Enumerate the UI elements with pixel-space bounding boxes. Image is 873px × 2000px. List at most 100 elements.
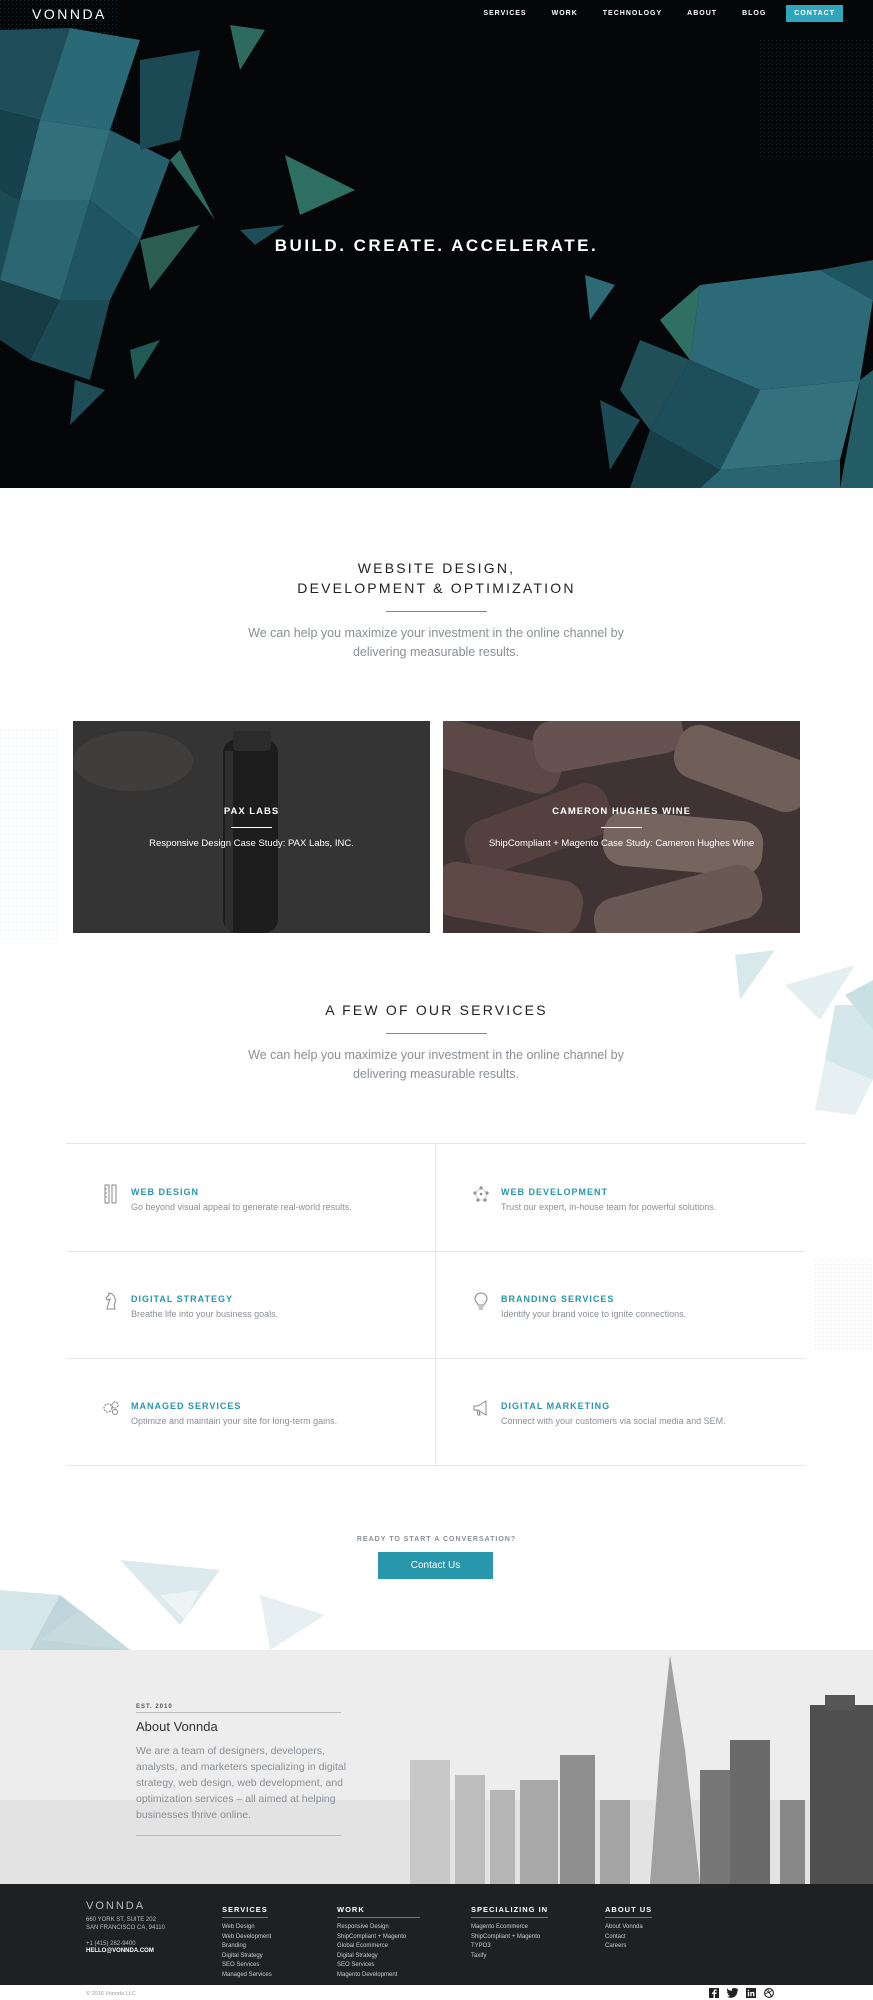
service-web-design[interactable]: WEB DESIGN Go beyond visual appeal to ge… <box>66 1144 435 1251</box>
nav-item-work[interactable]: WORK <box>552 10 578 17</box>
services-grid: WEB DESIGN Go beyond visual appeal to ge… <box>66 1143 806 1466</box>
footer-heading: SERVICES <box>222 1905 268 1918</box>
nav-item-about[interactable]: ABOUT <box>687 10 717 17</box>
services-title: A FEW OF OUR SERVICES <box>325 1002 548 1018</box>
footer-link[interactable]: SEO Services <box>337 1961 420 1971</box>
service-desc: Go beyond visual appeal to generate real… <box>131 1202 352 1212</box>
intro-divider <box>386 611 487 612</box>
facebook-icon[interactable] <box>709 1988 719 1998</box>
footer-link[interactable]: Magento Ecommerce <box>471 1923 548 1933</box>
copyright: © 2016 Vonnda LLC <box>86 1991 136 1997</box>
intro-title-line2: DEVELOPMENT & OPTIMIZATION <box>297 580 576 596</box>
service-title[interactable]: MANAGED SERVICES <box>131 1401 241 1411</box>
footer-link[interactable]: Digital Strategy <box>222 1952 272 1962</box>
footer-phone[interactable]: +1 (415) 282-9400 <box>86 1940 136 1948</box>
footer-email[interactable]: HELLO@VONNDA.COM <box>86 1948 154 1954</box>
services-divider <box>386 1033 487 1034</box>
service-desc: Trust our expert, in-house team for powe… <box>501 1202 717 1212</box>
social-links <box>709 1988 774 1998</box>
case-subtitle: ShipCompliant + Magento Case Study: Came… <box>488 838 755 849</box>
footer-col-specializing: SPECIALIZING IN Magento Ecommerce ShipCo… <box>471 1899 549 1962</box>
footer-link[interactable]: Web Development <box>222 1933 272 1943</box>
service-title[interactable]: DIGITAL STRATEGY <box>131 1294 233 1304</box>
main-nav: VONNDA SERVICES WORK TECHNOLOGY ABOUT BL… <box>0 0 873 28</box>
hero-title: BUILD. CREATE. ACCELERATE. <box>274 236 599 255</box>
about-section: EST. 2010 About Vonnda We are a team of … <box>0 1650 873 1884</box>
nav-item-technology[interactable]: TECHNOLOGY <box>603 10 662 17</box>
footer-heading: SPECIALIZING IN <box>471 1905 549 1918</box>
decor-triangles-left <box>0 1560 325 1650</box>
footer-link[interactable]: Careers <box>605 1942 652 1952</box>
about-established: EST. 2010 <box>136 1704 173 1710</box>
footer-link[interactable]: Managed Services <box>222 1971 272 1981</box>
dribbble-icon[interactable] <box>764 1988 774 1998</box>
service-title[interactable]: WEB DESIGN <box>131 1187 199 1197</box>
service-desc: Optimize and maintain your site for long… <box>131 1416 338 1426</box>
lightbulb-icon <box>474 1292 488 1310</box>
footer-link[interactable]: Global Ecommerce <box>337 1942 420 1952</box>
linkedin-icon[interactable] <box>746 1988 756 1998</box>
footer-link[interactable]: About Vonnda <box>605 1923 652 1933</box>
service-web-development[interactable]: WEB DEVELOPMENT Trust our expert, in-hou… <box>436 1144 805 1251</box>
pencil-ruler-icon <box>104 1184 117 1204</box>
nav-item-blog[interactable]: BLOG <box>742 10 766 17</box>
footer-col-services: SERVICES Web Design Web Development Bran… <box>222 1899 272 1980</box>
decor-dots-right <box>815 1260 873 1350</box>
footer-col-about: ABOUT US About Vonnda Contact Careers <box>605 1899 653 1952</box>
footer-link[interactable]: Responsive Design <box>337 1923 420 1933</box>
cta-prompt: READY TO START A CONVERSATION? <box>356 1536 517 1543</box>
intro-subtitle: We can help you maximize your investment… <box>248 626 624 659</box>
nav-contact-button[interactable]: CONTACT <box>786 5 843 22</box>
footer-logo[interactable]: VONNDA <box>86 1900 145 1912</box>
footer-link[interactable]: Digital Strategy <box>337 1952 420 1962</box>
service-managed[interactable]: MANAGED SERVICES Optimize and maintain y… <box>66 1358 435 1465</box>
footer-link[interactable]: Web Design <box>222 1923 272 1933</box>
footer-address: 660 YORK ST, SUITE 202 SAN FRANCISCO CA,… <box>86 1916 165 1932</box>
service-title[interactable]: DIGITAL MARKETING <box>501 1401 610 1411</box>
footer-link[interactable]: Branding <box>222 1942 272 1952</box>
contact-us-button[interactable]: Contact Us <box>378 1552 493 1579</box>
city-skyline-image <box>0 1650 873 1884</box>
site-logo[interactable]: VONNDA <box>32 6 107 22</box>
service-branding[interactable]: BRANDING SERVICES Identify your brand vo… <box>436 1251 805 1358</box>
megaphone-icon <box>473 1400 487 1416</box>
service-title[interactable]: BRANDING SERVICES <box>501 1294 614 1304</box>
decor-triangles-right <box>735 950 873 1115</box>
service-digital-marketing[interactable]: DIGITAL MARKETING Connect with your cust… <box>436 1358 805 1465</box>
service-title[interactable]: WEB DEVELOPMENT <box>501 1187 608 1197</box>
gears-icon <box>103 1401 119 1415</box>
footer-heading: ABOUT US <box>605 1905 653 1918</box>
case-title: CAMERON HUGHES WINE <box>552 806 691 817</box>
footer-link[interactable]: Taxify <box>471 1952 548 1962</box>
footer-link[interactable]: ShipCompliant + Magento <box>471 1933 548 1943</box>
service-desc: Breathe life into your business goals. <box>131 1309 279 1319</box>
hero: VONNDA SERVICES WORK TECHNOLOGY ABOUT BL… <box>0 0 873 488</box>
address-line-2: SAN FRANCISCO CA, 94110 <box>86 1925 165 1931</box>
footer-link[interactable]: Contact <box>605 1933 652 1943</box>
social-spacer <box>738 1988 742 1998</box>
footer-link[interactable]: TYPO3 <box>471 1942 548 1952</box>
social-spacer <box>719 1988 723 1998</box>
service-desc: Connect with your customers via social m… <box>501 1416 726 1426</box>
case-divider <box>601 827 642 828</box>
footer-col-work: WORK Responsive Design ShipCompliant + M… <box>337 1899 420 1980</box>
footer-link[interactable]: SEO Services <box>222 1961 272 1971</box>
case-subtitle: Responsive Design Case Study: PAX Labs, … <box>149 838 354 849</box>
case-study-pax-labs[interactable]: PAX LABS Responsive Design Case Study: P… <box>73 721 430 933</box>
service-desc: Identify your brand voice to ignite conn… <box>501 1309 687 1319</box>
chess-knight-icon <box>105 1292 116 1310</box>
footer-link[interactable]: Magento Development <box>337 1971 420 1981</box>
about-title: About Vonnda <box>136 1719 218 1734</box>
twitter-icon[interactable] <box>727 1988 738 1998</box>
nav-menu: SERVICES WORK TECHNOLOGY ABOUT BLOG CONT… <box>458 5 843 22</box>
case-title: PAX LABS <box>223 806 280 817</box>
case-study-cameron-hughes[interactable]: CAMERON HUGHES WINE ShipCompliant + Mage… <box>443 721 800 933</box>
footer-link[interactable]: ShipCompliant + Magento <box>337 1933 420 1943</box>
about-divider-bottom <box>136 1835 341 1836</box>
nav-item-services[interactable]: SERVICES <box>483 10 526 17</box>
decor-dots-left <box>0 730 60 940</box>
social-spacer <box>756 1988 760 1998</box>
intro-title-line1: WEBSITE DESIGN, <box>357 560 516 576</box>
service-digital-strategy[interactable]: DIGITAL STRATEGY Breathe life into your … <box>66 1251 435 1358</box>
footer-heading: WORK <box>337 1905 420 1918</box>
